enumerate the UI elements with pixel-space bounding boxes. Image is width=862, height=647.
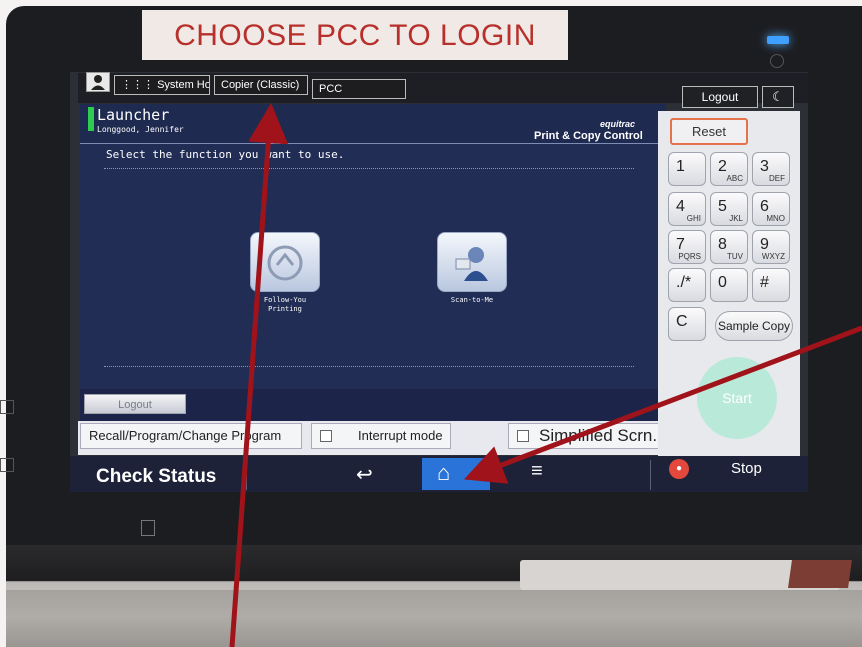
keypad-key[interactable]: 8 TUV	[710, 230, 748, 264]
top-logout-button[interactable]: Logout	[682, 86, 758, 108]
copier-classic-button[interactable]: Copier (Classic)	[214, 75, 308, 95]
grid-icon: ⋮⋮⋮	[121, 79, 158, 91]
keypad-key[interactable]: 1	[668, 152, 706, 186]
side-arrow-icon	[0, 458, 14, 472]
user-icon[interactable]	[86, 72, 110, 92]
instruction-sign: CHOOSE PCC TO LOGIN	[142, 10, 568, 60]
simplified-screen-button[interactable]: Simplified Scrn.	[508, 423, 664, 449]
stop-icon[interactable]: ●	[669, 459, 689, 479]
system-home-button[interactable]: ⋮⋮⋮ System Home	[114, 75, 210, 95]
device-paper-area	[6, 590, 862, 647]
menu-icon[interactable]: ≡	[531, 460, 543, 483]
power-icon[interactable]	[770, 54, 784, 68]
scan-to-me-label: Scan-to-Me	[450, 296, 494, 304]
logged-in-user: Longgood, Jennifer	[97, 125, 184, 134]
divider	[104, 168, 634, 169]
home-button[interactable]	[422, 458, 490, 490]
brown-tab	[788, 560, 852, 588]
divider	[104, 366, 634, 367]
keypad-key[interactable]: C	[668, 307, 706, 341]
reset-button[interactable]: Reset	[670, 118, 748, 145]
simplified-checkbox[interactable]	[517, 430, 529, 442]
scan-to-me-icon	[455, 247, 488, 281]
pcc-button[interactable]: PCC	[312, 79, 406, 99]
keypad-key[interactable]: 5 JKL	[710, 192, 748, 226]
interrupt-checkbox[interactable]	[320, 430, 332, 442]
memory-icon	[141, 520, 155, 536]
home-icon[interactable]: ⌂	[437, 460, 450, 486]
check-status-button[interactable]: Check Status	[96, 460, 216, 494]
brand-name: Print & Copy Control	[534, 130, 643, 142]
equitrac-logo: equitrac	[600, 119, 636, 129]
keypad-key[interactable]: 0	[710, 268, 748, 302]
follow-you-printing-icon	[267, 245, 303, 281]
follow-you-printing-tile[interactable]	[250, 232, 320, 292]
follow-you-printing-label: Follow-You Printing	[263, 296, 307, 313]
launcher-title: Launcher	[97, 106, 170, 124]
divider	[246, 460, 247, 490]
stop-button[interactable]: Stop	[731, 459, 762, 479]
launcher-logout-button[interactable]: Logout	[84, 394, 186, 414]
keypad-key[interactable]: ./*	[668, 268, 706, 302]
keypad-key[interactable]: 7 PQRS	[668, 230, 706, 264]
scan-to-me-tile[interactable]	[437, 232, 507, 292]
energy-saver-moon-icon[interactable]: ☾	[762, 86, 794, 108]
keypad-key[interactable]: 9 WXYZ	[752, 230, 790, 264]
keypad-key[interactable]: #	[752, 268, 790, 302]
side-panel-icon	[0, 400, 14, 414]
keypad-key[interactable]: 3 DEF	[752, 152, 790, 186]
interrupt-mode-button[interactable]: Interrupt mode	[311, 423, 451, 449]
launcher-accent-bar	[88, 107, 94, 131]
keypad-key[interactable]: 2 ABC	[710, 152, 748, 186]
sample-copy-button[interactable]: Sample Copy	[715, 311, 793, 341]
divider	[650, 460, 651, 490]
recall-program-button[interactable]: Recall/Program/Change Program	[80, 423, 302, 449]
start-button[interactable]: Start	[697, 357, 777, 439]
back-icon[interactable]: ↩	[356, 462, 373, 487]
keypad-key[interactable]: 4 GHI	[668, 192, 706, 226]
launcher-instruction: Select the function you want to use.	[106, 148, 345, 161]
keypad-key[interactable]: 6 MNO	[752, 192, 790, 226]
status-led	[767, 36, 789, 44]
